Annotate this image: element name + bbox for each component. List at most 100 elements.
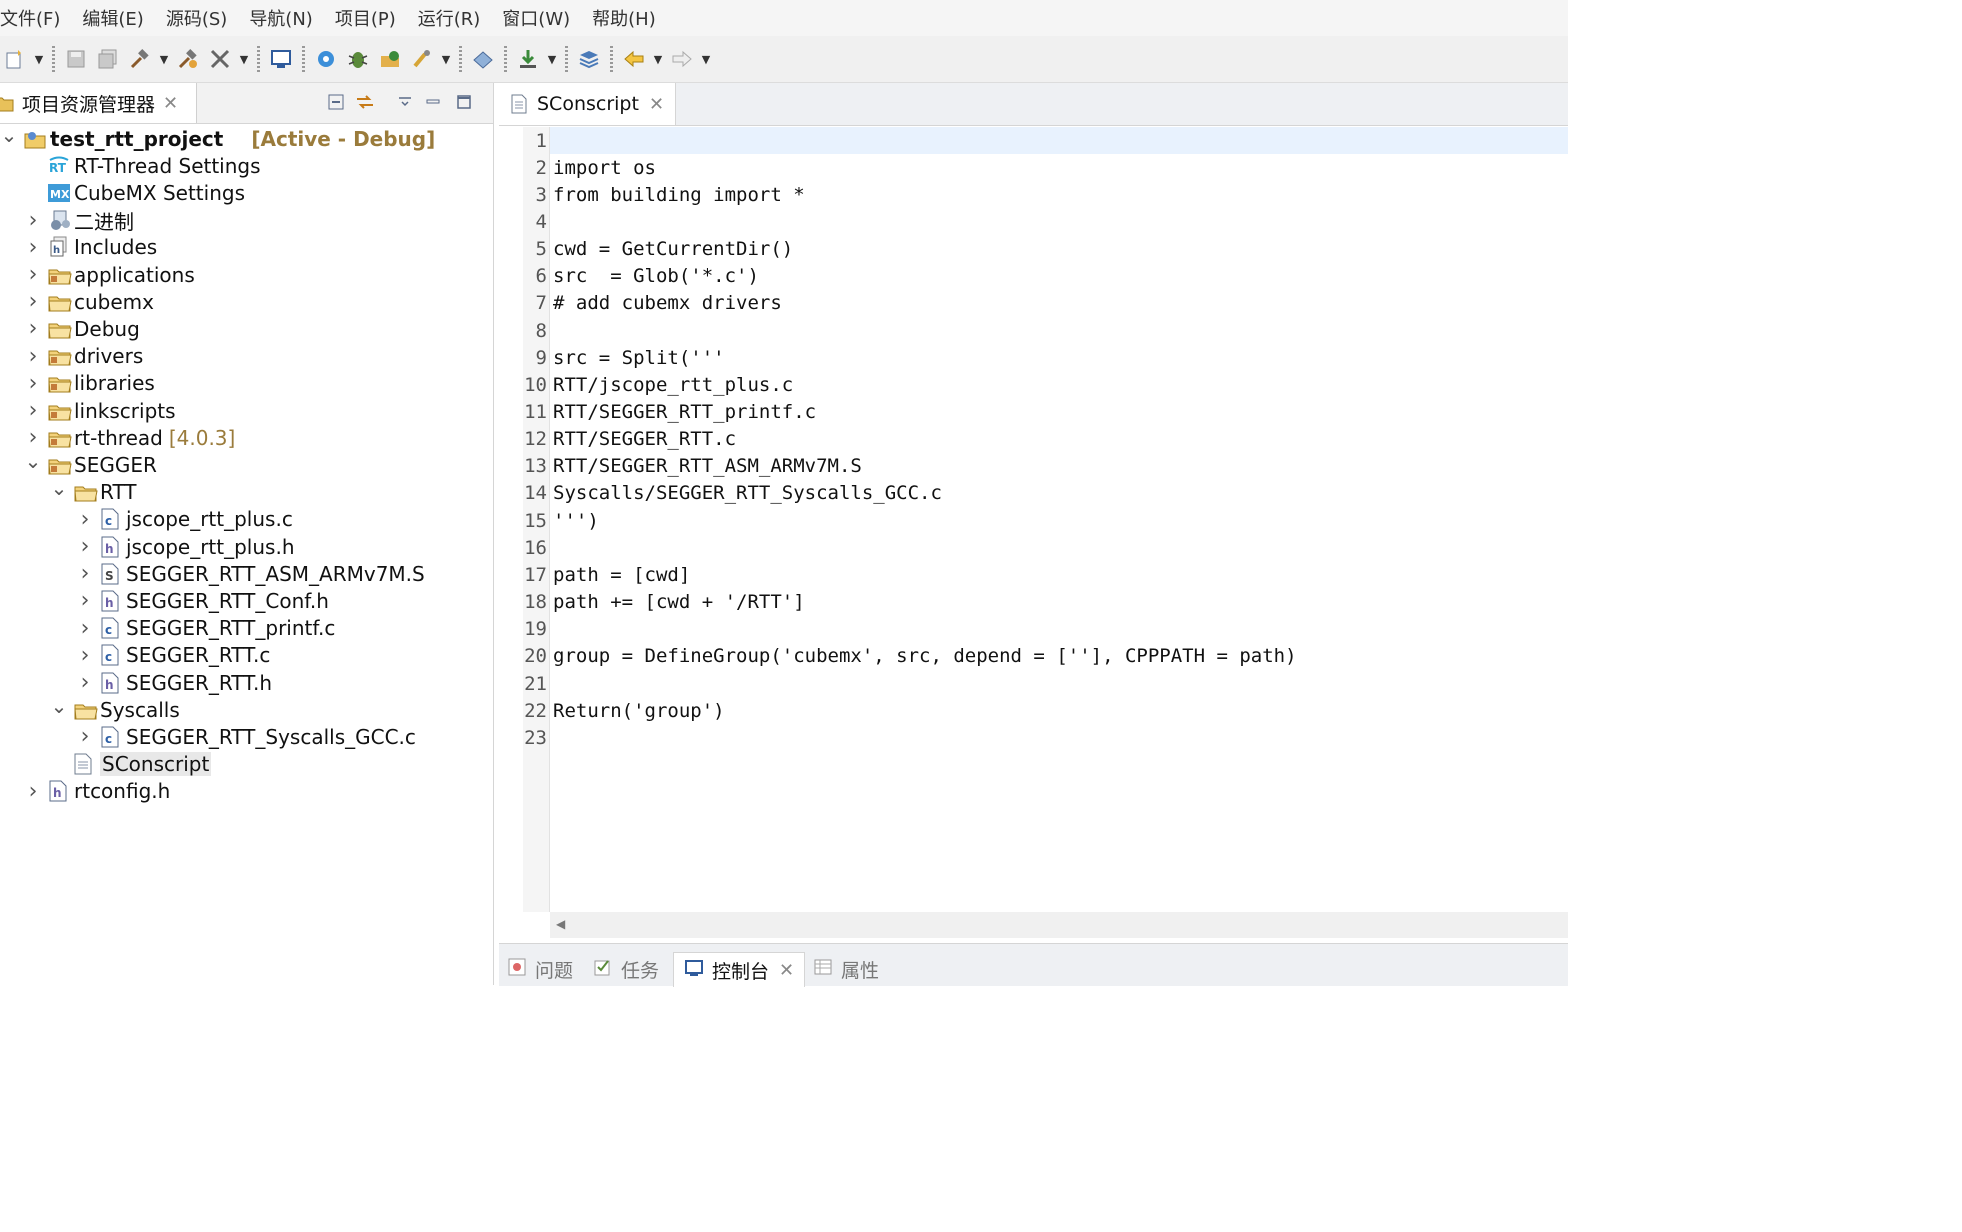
- terminal-icon[interactable]: [266, 44, 296, 74]
- tree-item[interactable]: ⌄ SEGGER: [24, 449, 157, 478]
- code-line[interactable]: 14 Syscalls/SEGGER_RTT_Syscalls_GCC.c: [499, 480, 1568, 507]
- tree-item[interactable]: ⌄ Syscalls: [50, 694, 180, 723]
- close-icon[interactable]: ✕: [779, 960, 794, 981]
- code-line[interactable]: 23: [499, 724, 1568, 751]
- chevron-right-icon[interactable]: ›: [24, 779, 42, 804]
- tree-item[interactable]: › Debug: [24, 315, 140, 342]
- code-line[interactable]: 3 from building import *: [499, 181, 1568, 208]
- chevron-down-icon[interactable]: ▼: [699, 44, 713, 74]
- chevron-down-icon[interactable]: ▼: [32, 44, 46, 74]
- chevron-right-icon[interactable]: ›: [24, 425, 42, 450]
- code-line[interactable]: 17 path = [cwd]: [499, 561, 1568, 588]
- chevron-down-icon[interactable]: ▼: [157, 44, 171, 74]
- horizontal-scrollbar[interactable]: ◀: [550, 912, 1568, 938]
- menu-item-7[interactable]: 帮助(H): [581, 5, 667, 31]
- tree-item[interactable]: › 二进制: [24, 207, 134, 234]
- close-icon[interactable]: ✕: [649, 94, 664, 115]
- minimize-icon[interactable]: [422, 91, 444, 113]
- tree-item[interactable]: › cubemx: [24, 288, 154, 315]
- tab-console[interactable]: 控制台 ✕: [673, 952, 806, 987]
- code-line[interactable]: 2 import os: [499, 154, 1568, 181]
- tree-item[interactable]: MX CubeMX Settings: [24, 179, 245, 206]
- tab-problems[interactable]: 问题: [507, 952, 573, 986]
- code-line[interactable]: 18 path += [cwd + '/RTT']: [499, 589, 1568, 616]
- chevron-down-icon[interactable]: ⌄: [50, 694, 68, 718]
- menu-item-3[interactable]: 导航(N): [238, 5, 324, 31]
- chevron-right-icon[interactable]: ›: [24, 398, 42, 423]
- tree-item[interactable]: › libraries: [24, 370, 155, 397]
- code-line[interactable]: 22 Return('group'): [499, 697, 1568, 724]
- download-icon[interactable]: [513, 44, 543, 74]
- open-type-icon[interactable]: [468, 44, 498, 74]
- code-line[interactable]: 1: [499, 127, 1568, 154]
- chevron-right-icon[interactable]: ›: [76, 588, 94, 613]
- forward-arrow-icon[interactable]: [667, 44, 697, 74]
- chevron-right-icon[interactable]: ›: [76, 670, 94, 695]
- menu-item-1[interactable]: 编辑(E): [71, 5, 154, 31]
- save-all-icon[interactable]: [93, 44, 123, 74]
- chevron-right-icon[interactable]: ›: [24, 316, 42, 341]
- code-line[interactable]: 11 RTT/SEGGER_RTT_printf.c: [499, 399, 1568, 426]
- settings-gear-icon[interactable]: [311, 44, 341, 74]
- menu-item-6[interactable]: 窗口(W): [491, 5, 581, 31]
- view-menu-icon[interactable]: [394, 91, 416, 113]
- chevron-right-icon[interactable]: ›: [76, 616, 94, 641]
- chevron-right-icon[interactable]: ›: [24, 289, 42, 314]
- tree-item[interactable]: › rt-thread [4.0.3]: [24, 424, 236, 451]
- tree-item[interactable]: ⌄ test_rtt_project [Active - Debug]: [0, 123, 436, 152]
- debug-bug-icon[interactable]: [343, 44, 373, 74]
- back-arrow-icon[interactable]: [619, 44, 649, 74]
- tree-item[interactable]: › h rtconfig.h: [24, 778, 171, 805]
- chevron-down-icon[interactable]: ⌄: [50, 476, 68, 500]
- tree-item[interactable]: › c SEGGER_RTT.c: [76, 642, 271, 669]
- tree-item[interactable]: › S SEGGER_RTT_ASM_ARMv7M.S: [76, 560, 425, 587]
- chevron-right-icon[interactable]: ›: [24, 208, 42, 233]
- code-line[interactable]: 5 cwd = GetCurrentDir(): [499, 236, 1568, 263]
- chevron-right-icon[interactable]: ›: [76, 724, 94, 749]
- chevron-right-icon[interactable]: ›: [24, 344, 42, 369]
- chevron-right-icon[interactable]: ›: [24, 371, 42, 396]
- save-icon[interactable]: [61, 44, 91, 74]
- link-with-editor-icon[interactable]: [354, 91, 376, 113]
- tree-item[interactable]: › h SEGGER_RTT.h: [76, 669, 272, 696]
- new-icon[interactable]: [0, 44, 30, 74]
- menu-item-2[interactable]: 源码(S): [155, 5, 238, 31]
- chevron-right-icon[interactable]: ›: [76, 534, 94, 559]
- code-line[interactable]: 12 RTT/SEGGER_RTT.c: [499, 426, 1568, 453]
- menu-item-4[interactable]: 项目(P): [324, 5, 407, 31]
- scroll-left-icon[interactable]: ◀: [556, 917, 565, 931]
- chevron-right-icon[interactable]: ›: [76, 561, 94, 586]
- chevron-down-icon[interactable]: ⌄: [24, 449, 42, 473]
- chevron-right-icon[interactable]: ›: [76, 643, 94, 668]
- chevron-right-icon[interactable]: ›: [24, 262, 42, 287]
- build-config-icon[interactable]: [173, 44, 203, 74]
- chevron-down-icon[interactable]: ▼: [651, 44, 665, 74]
- code-line[interactable]: 15 '''): [499, 507, 1568, 534]
- chevron-right-icon[interactable]: ›: [76, 507, 94, 532]
- external-tools-icon[interactable]: [407, 44, 437, 74]
- tree-item[interactable]: › h SEGGER_RTT_Conf.h: [76, 587, 329, 614]
- maximize-icon[interactable]: [453, 91, 475, 113]
- code-line[interactable]: 9 src = Split(''': [499, 344, 1568, 371]
- code-line[interactable]: 8: [499, 317, 1568, 344]
- code-line[interactable]: 16: [499, 534, 1568, 561]
- tree-item[interactable]: › h Includes: [24, 234, 158, 261]
- close-icon[interactable]: ✕: [163, 93, 178, 114]
- tab-properties[interactable]: 属性: [813, 952, 879, 986]
- collapse-all-icon[interactable]: [325, 91, 347, 113]
- chevron-down-icon[interactable]: ▼: [439, 44, 453, 74]
- layers-icon[interactable]: [574, 44, 604, 74]
- tree-item[interactable]: SConscript: [50, 751, 212, 778]
- tab-project-explorer[interactable]: 项目资源管理器 ✕: [0, 83, 197, 123]
- code-line[interactable]: 6 src = Glob('*.c'): [499, 263, 1568, 290]
- tree-item[interactable]: › linkscripts: [24, 397, 176, 424]
- code-line[interactable]: 10 RTT/jscope_rtt_plus.c: [499, 371, 1568, 398]
- chevron-down-icon[interactable]: ▼: [237, 44, 251, 74]
- tree-item[interactable]: › applications: [24, 261, 195, 288]
- code-line[interactable]: 20 group = DefineGroup('cubemx', src, dep…: [499, 643, 1568, 670]
- code-line[interactable]: 19: [499, 616, 1568, 643]
- code-line[interactable]: 7 # add cubemx drivers: [499, 290, 1568, 317]
- code-line[interactable]: 13 RTT/SEGGER_RTT_ASM_ARMv7M.S: [499, 453, 1568, 480]
- build-icon[interactable]: [125, 44, 155, 74]
- tree-item[interactable]: › c jscope_rtt_plus.c: [76, 506, 293, 533]
